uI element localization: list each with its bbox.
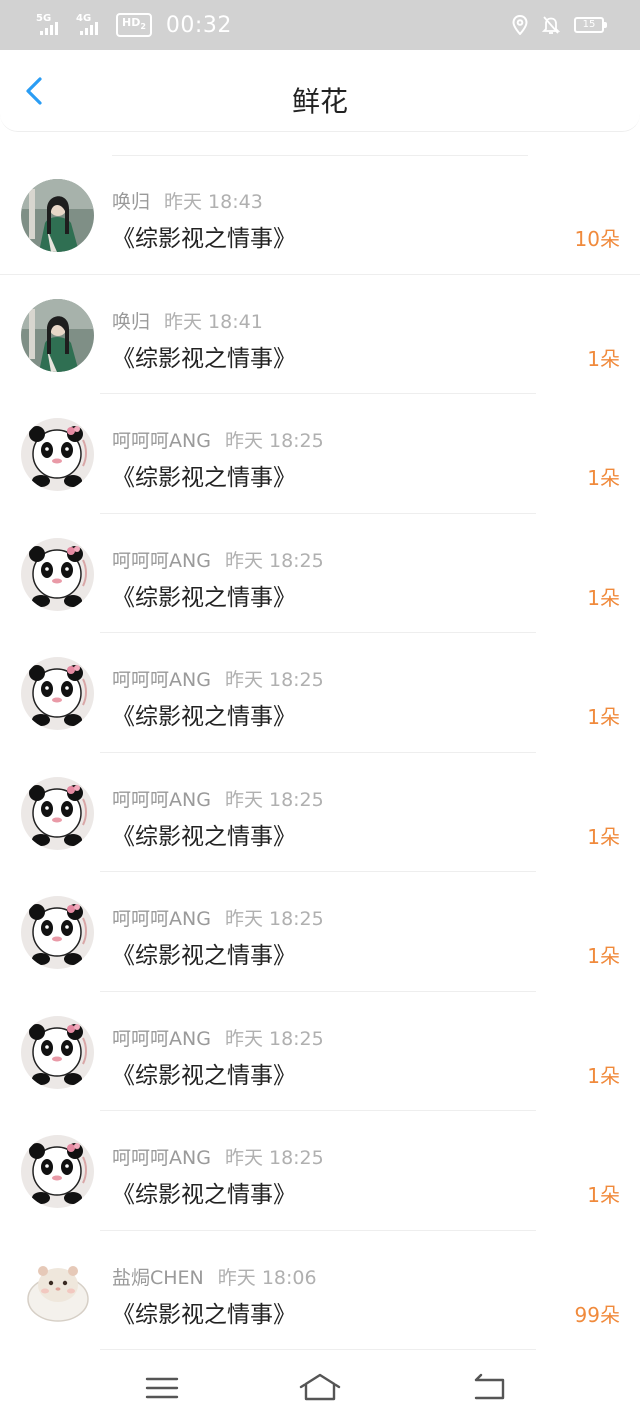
record-time: 昨天 18:25 — [224, 908, 324, 930]
record-time: 昨天 18:25 — [224, 669, 324, 691]
book-title[interactable]: 《综影视之情事》 — [112, 697, 296, 731]
flower-count: 1朵 — [587, 466, 620, 490]
record-time: 昨天 18:25 — [224, 788, 324, 811]
avatar[interactable] — [21, 657, 94, 730]
flower-count: 10朵 — [574, 227, 620, 251]
flower-record-row[interactable]: 唤归 昨天 18:41 《综影视之情事》 1朵 — [0, 275, 640, 394]
page-title: 鲜花 — [291, 85, 348, 118]
record-time: 昨天 18:41 — [164, 310, 263, 333]
flower-record-row[interactable]: 呵呵呵ANG 昨天 18:25 《综影视之情事》 1朵 — [0, 1111, 640, 1231]
user-name[interactable]: 唤归 — [112, 191, 150, 213]
record-time: 昨天 18:25 — [224, 1147, 324, 1169]
system-navigation-bar — [0, 1350, 640, 1427]
flower-count: 1朵 — [587, 1183, 620, 1207]
hd-voice-badge: HD2 — [116, 12, 152, 38]
flower-count: 1朵 — [587, 1063, 620, 1088]
user-name[interactable]: 呵呵呵ANG — [112, 669, 211, 691]
user-name[interactable]: 呵呵呵ANG — [112, 908, 211, 930]
flower-count: 99朵 — [574, 1302, 620, 1327]
flower-count: 1朵 — [587, 346, 620, 371]
flower-record-row[interactable]: 盐焗CHEN 昨天 18:06 《综影视之情事》 99朵 — [0, 1231, 640, 1350]
signal-4g-icon: 4G — [76, 14, 106, 36]
book-title[interactable]: 《综影视之情事》 — [112, 817, 296, 851]
record-time: 昨天 18:25 — [224, 1027, 324, 1050]
app-header: 鲜花 — [0, 50, 640, 132]
avatar[interactable] — [21, 896, 94, 969]
user-name[interactable]: 呵呵呵ANG — [112, 430, 211, 452]
flower-record-row[interactable]: 呵呵呵ANG 昨天 18:25 《综影视之情事》 1朵 — [0, 992, 640, 1111]
user-name[interactable]: 唤归 — [112, 311, 150, 333]
book-title[interactable]: 《综影视之情事》 — [112, 219, 296, 253]
return-button[interactable] — [470, 1370, 510, 1406]
book-title[interactable]: 《综影视之情事》 — [112, 578, 296, 612]
user-name[interactable]: 呵呵呵ANG — [112, 789, 211, 811]
user-avatar[interactable] — [21, 657, 94, 730]
flower-record-list: 唤归 昨天 18:43 《综影视之情事》 10朵 唤归 昨天 18:41 《综影视之情事》 1… — [0, 155, 640, 1350]
record-meta: 呵呵呵ANG 昨天 18:25 — [112, 546, 324, 573]
flower-record-row[interactable]: 唤归 昨天 18:43 《综影视之情事》 10朵 — [0, 155, 640, 275]
record-meta: 呵呵呵ANG 昨天 18:25 — [112, 785, 324, 812]
user-avatar[interactable] — [21, 418, 94, 491]
avatar[interactable] — [21, 1135, 94, 1208]
user-avatar[interactable] — [21, 896, 94, 969]
user-avatar[interactable] — [21, 537, 94, 611]
signal-5g-icon: 5G — [36, 14, 66, 36]
status-time: 00:32 — [165, 12, 232, 38]
record-time: 昨天 18:06 — [217, 1266, 317, 1289]
flower-record-row[interactable]: 呵呵呵ANG 昨天 18:25 《综影视之情事》 1朵 — [0, 633, 640, 753]
avatar[interactable] — [21, 1254, 94, 1328]
flower-record-row[interactable]: 呵呵呵ANG 昨天 18:25 《综影视之情事》 1朵 — [0, 753, 640, 872]
book-title[interactable]: 《综影视之情事》 — [112, 1056, 296, 1090]
avatar[interactable] — [21, 537, 94, 611]
avatar[interactable] — [21, 298, 94, 372]
flower-count: 1朵 — [587, 944, 620, 968]
record-meta: 呵呵呵ANG 昨天 18:25 — [112, 1143, 324, 1170]
user-avatar[interactable] — [21, 776, 94, 850]
avatar[interactable] — [21, 179, 94, 252]
user-name[interactable]: 呵呵呵ANG — [112, 1147, 211, 1169]
record-meta: 呵呵呵ANG 昨天 18:25 — [112, 904, 324, 931]
record-meta: 呵呵呵ANG 昨天 18:25 — [112, 665, 324, 692]
user-avatar[interactable] — [21, 298, 94, 372]
record-time: 昨天 18:25 — [224, 430, 324, 452]
avatar[interactable] — [21, 1015, 94, 1089]
user-avatar[interactable] — [21, 1135, 94, 1208]
user-avatar[interactable] — [21, 179, 94, 252]
book-title[interactable]: 《综影视之情事》 — [112, 1175, 296, 1209]
book-title[interactable]: 《综影视之情事》 — [112, 458, 296, 492]
flower-count: 1朵 — [587, 585, 620, 610]
book-title[interactable]: 《综影视之情事》 — [112, 339, 296, 373]
record-time: 昨天 18:43 — [164, 191, 263, 213]
record-meta: 唤归 昨天 18:41 — [112, 307, 263, 334]
menu-button[interactable] — [142, 1370, 182, 1406]
flower-record-row[interactable]: 呵呵呵ANG 昨天 18:25 《综影视之情事》 1朵 — [0, 872, 640, 992]
record-meta: 唤归 昨天 18:43 — [112, 187, 263, 214]
record-meta: 呵呵呵ANG 昨天 18:25 — [112, 1024, 324, 1051]
flower-record-row[interactable]: 呵呵呵ANG 昨天 18:25 《综影视之情事》 1朵 — [0, 394, 640, 514]
location-icon — [512, 15, 528, 35]
home-button[interactable] — [298, 1370, 342, 1406]
user-avatar[interactable] — [21, 1015, 94, 1089]
avatar[interactable] — [21, 776, 94, 850]
flower-record-row[interactable]: 呵呵呵ANG 昨天 18:25 《综影视之情事》 1朵 — [0, 514, 640, 633]
book-title[interactable]: 《综影视之情事》 — [112, 1295, 296, 1329]
record-meta: 呵呵呵ANG 昨天 18:25 — [112, 426, 324, 453]
book-title[interactable]: 《综影视之情事》 — [112, 936, 296, 970]
flower-count: 1朵 — [587, 824, 620, 849]
notifications-off-icon — [542, 16, 560, 34]
record-time: 昨天 18:25 — [224, 549, 324, 572]
battery-indicator: 15 — [574, 17, 607, 33]
user-name[interactable]: 盐焗CHEN — [112, 1267, 204, 1289]
user-name[interactable]: 呵呵呵ANG — [112, 1028, 211, 1050]
user-avatar[interactable] — [21, 1254, 94, 1328]
avatar[interactable] — [21, 418, 94, 491]
record-meta: 盐焗CHEN 昨天 18:06 — [112, 1263, 317, 1290]
status-bar: 5G 4G HD2 00:32 15 — [0, 0, 640, 50]
flower-count: 1朵 — [587, 705, 620, 729]
user-name[interactable]: 呵呵呵ANG — [112, 550, 211, 572]
